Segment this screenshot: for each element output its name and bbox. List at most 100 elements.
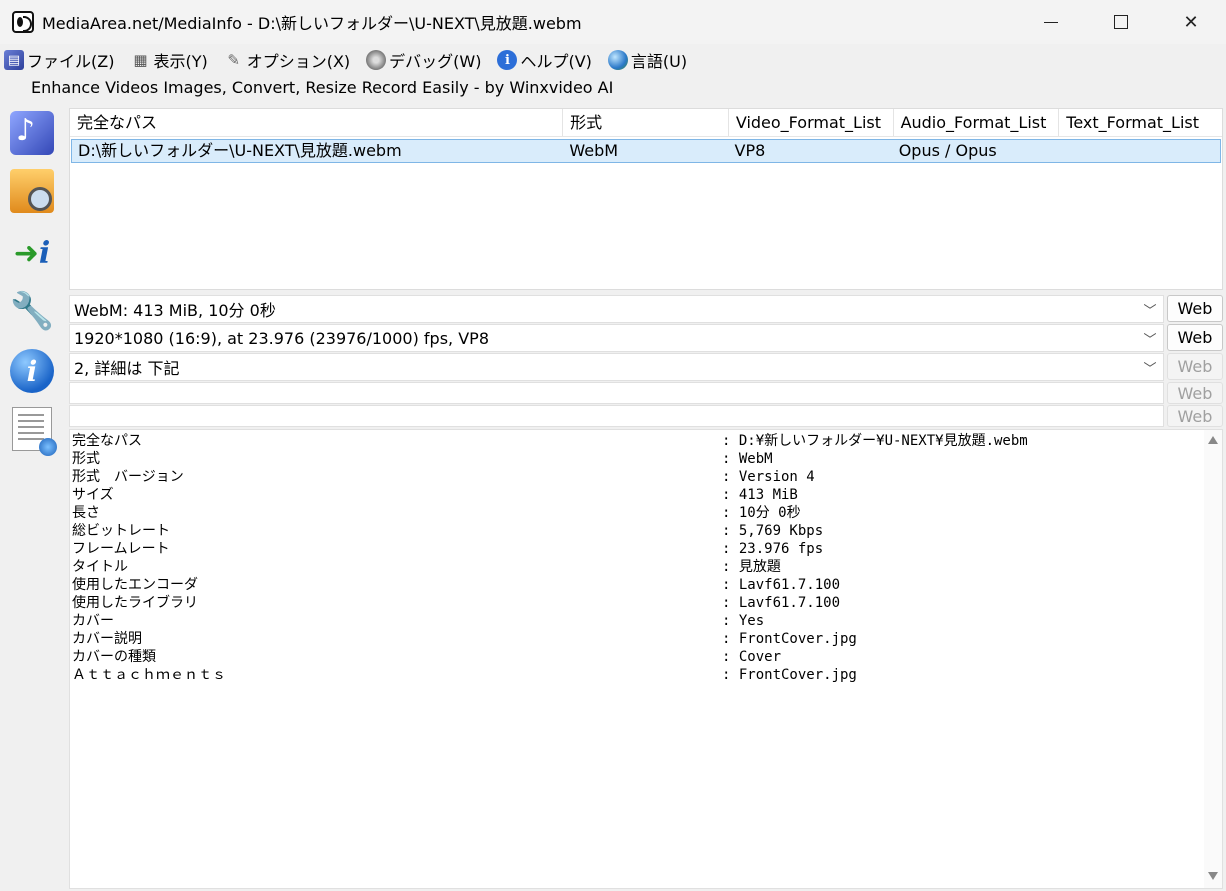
text-web-button[interactable]: Web	[1167, 382, 1223, 404]
preferences-icon: 🔧	[9, 291, 55, 332]
file-icon: ▤	[4, 50, 24, 70]
detail-key: タイトル	[72, 559, 128, 575]
detail-value: : WebM	[722, 451, 773, 467]
preferences-button[interactable]: 🔧	[6, 285, 58, 337]
detail-value: : Cover	[722, 649, 782, 665]
detail-key: カバー	[72, 613, 114, 629]
detail-row: 使用したエンコーダ : Lavf61.7.100	[70, 576, 1222, 594]
export-button[interactable]: ➜ i	[6, 227, 58, 279]
detail-row: 完全なパス : D:¥新しいフォルダー¥U-NEXT¥見放題.webm	[70, 432, 1222, 450]
file-list-header: 完全なパス 形式 Video_Format_List Audio_Format_…	[70, 109, 1222, 137]
details-rows: 完全なパス : D:¥新しいフォルダー¥U-NEXT¥見放題.webm 形式 : W…	[70, 430, 1222, 684]
column-header-video-format[interactable]: Video_Format_List	[729, 109, 894, 136]
detail-key: Ａｔｔａｃｈｍｅｎｔｓ	[72, 667, 226, 683]
cell-path: D:\新しいフォルダー\U-NEXT\見放題.webm	[78, 141, 402, 160]
detail-key: 長さ	[72, 505, 100, 521]
mediainfo-app-icon	[12, 11, 34, 33]
video-web-button[interactable]: Web	[1167, 324, 1223, 351]
general-summary-select[interactable]: WebM: 413 MiB, 10分 0秒 ﹀	[69, 295, 1164, 323]
title-bar: MediaArea.net/MediaInfo - D:\新しいフォルダー\U-…	[0, 0, 1226, 44]
other-summary-row: Web	[69, 405, 1226, 427]
open-folder-icon	[10, 169, 54, 213]
minimize-icon	[1044, 21, 1058, 23]
menu-file[interactable]: ▤ ファイル(Z)	[4, 48, 114, 72]
detail-row: 総ビットレート : 5,769 Kbps	[70, 522, 1222, 540]
view-icon: ▦	[133, 51, 148, 69]
detail-key: 形式	[72, 451, 100, 467]
detail-key: 総ビットレート	[72, 523, 170, 539]
other-summary-select[interactable]	[69, 405, 1164, 427]
vertical-scrollbar[interactable]	[1204, 430, 1222, 888]
audio-summary-row: 2, 詳細は 下記 ﹀ Web	[69, 353, 1226, 381]
maximize-icon	[1114, 15, 1128, 29]
detail-key: 使用したエンコーダ	[72, 577, 198, 593]
detail-value: : Yes	[722, 613, 765, 629]
menu-file-label: ファイル(Z)	[27, 52, 115, 71]
text-summary-select[interactable]	[69, 382, 1164, 404]
general-summary-row: WebM: 413 MiB, 10分 0秒 ﹀ Web	[69, 295, 1226, 323]
menu-options[interactable]: ✎ オプション(X)	[224, 48, 350, 72]
debug-icon	[366, 50, 387, 70]
details-textarea[interactable]: 完全なパス : D:¥新しいフォルダー¥U-NEXT¥見放題.webm 形式 : W…	[69, 429, 1223, 889]
detail-row: フレームレート: 23.976 fps	[70, 540, 1222, 558]
open-file-icon	[10, 111, 54, 155]
general-summary-text: WebM: 413 MiB, 10分 0秒	[74, 301, 276, 320]
other-web-button[interactable]: Web	[1167, 405, 1223, 427]
about-button[interactable]: i	[6, 345, 58, 397]
column-header-path[interactable]: 完全なパス	[70, 109, 564, 136]
video-summary-row: 1920*1080 (16:9), at 23.976 (23976/1000)…	[69, 324, 1226, 352]
cell-audio-format: Opus / Opus	[898, 141, 997, 160]
menu-language[interactable]: 言語(U)	[607, 48, 688, 72]
detail-row: タイトル : 見放題	[70, 558, 1222, 576]
video-summary-text: 1920*1080 (16:9), at 23.976 (23976/1000)…	[74, 328, 489, 348]
detail-value: : Lavf61.7.100	[722, 577, 841, 593]
cell-format: WebM	[569, 141, 619, 160]
detail-value: : Lavf61.7.100	[722, 595, 841, 611]
detail-key: 使用したライブラリ	[72, 595, 198, 611]
minimize-button[interactable]	[1016, 0, 1086, 44]
menu-bar: ▤ ファイル(Z) ▦ 表示(Y) ✎ オプション(X) デバッグ(W) i ヘ…	[0, 46, 703, 74]
column-header-audio-format[interactable]: Audio_Format_List	[894, 109, 1060, 136]
detail-value: : FrontCover.jpg	[722, 667, 857, 683]
detail-row: 形式 : WebM	[70, 450, 1222, 468]
detail-key: サイズ	[72, 487, 114, 503]
detail-value: : D:¥新しいフォルダー¥U-NEXT¥見放題.webm	[722, 433, 1028, 449]
table-row[interactable]: D:\新しいフォルダー\U-NEXT\見放題.webm WebM VP8 Opu…	[71, 139, 1221, 163]
detail-key: カバー説明	[72, 631, 142, 647]
menu-help[interactable]: i ヘルプ(V)	[497, 48, 592, 72]
general-web-button[interactable]: Web	[1167, 295, 1223, 322]
column-header-text-format[interactable]: Text_Format_List	[1059, 109, 1222, 136]
open-folder-button[interactable]	[6, 165, 58, 217]
menu-debug[interactable]: デバッグ(W)	[366, 48, 481, 72]
ad-link[interactable]: Enhance Videos Images, Convert, Resize R…	[31, 78, 613, 97]
detail-value: : FrontCover.jpg	[722, 631, 857, 647]
export-icon: ➜ i	[13, 235, 51, 271]
detail-row: カバー : Yes	[70, 612, 1222, 630]
scroll-up-icon[interactable]	[1208, 436, 1218, 444]
detail-value: : 413 MiB	[722, 487, 798, 503]
left-toolbar: ➜i 🔧 i	[0, 105, 66, 891]
options-icon: ✎	[227, 51, 240, 69]
audio-summary-text: 2, 詳細は 下記	[74, 359, 180, 378]
about-icon: i	[10, 349, 54, 393]
video-summary-select[interactable]: 1920*1080 (16:9), at 23.976 (23976/1000)…	[69, 324, 1164, 352]
audio-summary-select[interactable]: 2, 詳細は 下記 ﹀	[69, 353, 1164, 381]
audio-web-button[interactable]: Web	[1167, 353, 1223, 380]
scroll-down-icon[interactable]	[1208, 872, 1218, 880]
file-list[interactable]: 完全なパス 形式 Video_Format_List Audio_Format_…	[69, 108, 1223, 290]
column-header-format[interactable]: 形式	[563, 109, 729, 136]
knowledge-button[interactable]	[6, 403, 58, 456]
close-button[interactable]: ✕	[1156, 0, 1226, 44]
menu-language-label: 言語(U)	[630, 52, 688, 71]
detail-value: : 10分 0秒	[722, 505, 801, 521]
detail-row: 使用したライブラリ : Lavf61.7.100	[70, 594, 1222, 612]
menu-view[interactable]: ▦ 表示(Y)	[130, 48, 207, 72]
detail-value: : 見放題	[722, 559, 781, 575]
detail-value: : 23.976 fps	[722, 541, 824, 557]
maximize-button[interactable]	[1086, 0, 1156, 44]
knowledge-icon	[12, 407, 57, 456]
detail-row: Ａｔｔａｃｈｍｅｎｔｓ : FrontCover.jpg	[70, 666, 1222, 684]
detail-key: 完全なパス	[72, 433, 142, 449]
detail-value: : 5,769 Kbps	[722, 523, 824, 539]
open-file-button[interactable]	[6, 107, 58, 159]
